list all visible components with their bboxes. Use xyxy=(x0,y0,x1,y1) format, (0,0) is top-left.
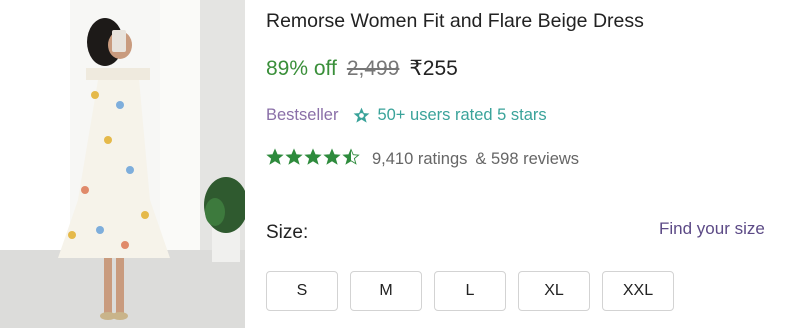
price-row: 89% off 2,499 ₹255 xyxy=(266,56,458,81)
original-price: 2,499 xyxy=(346,57,400,80)
star-badge-icon xyxy=(352,106,371,125)
ratings-count: 9,410 ratings xyxy=(372,150,468,168)
rated-text: 50+ users rated 5 stars xyxy=(377,106,547,124)
size-options: S M L XL XXL xyxy=(266,271,674,311)
size-option-xl[interactable]: XL xyxy=(518,271,590,311)
find-your-size-link[interactable]: Find your size xyxy=(659,219,765,239)
star-icon xyxy=(285,148,303,171)
size-option-xxl[interactable]: XXL xyxy=(602,271,674,311)
product-image[interactable] xyxy=(0,0,245,328)
product-info: Remorse Women Fit and Flare Beige Dress … xyxy=(266,0,800,328)
rating-row[interactable]: 9,410 ratings & 598 reviews xyxy=(266,148,579,171)
size-option-s[interactable]: S xyxy=(266,271,338,311)
discount-label: 89% off xyxy=(266,57,337,80)
bestseller-badge: Bestseller xyxy=(266,106,339,124)
star-icon xyxy=(304,148,322,171)
size-label: Size: xyxy=(266,222,309,243)
star-icon xyxy=(266,148,284,171)
star-icon xyxy=(342,148,360,171)
size-option-l[interactable]: L xyxy=(434,271,506,311)
size-option-m[interactable]: M xyxy=(350,271,422,311)
reviews-count: & 598 reviews xyxy=(475,150,580,168)
promo-row: Bestseller 50+ users rated 5 stars xyxy=(266,106,547,125)
product-photo-illustration xyxy=(0,0,245,328)
star-icon xyxy=(323,148,341,171)
sale-price: ₹255 xyxy=(409,57,458,80)
rating-stars xyxy=(266,148,360,171)
product-title: Remorse Women Fit and Flare Beige Dress xyxy=(266,10,644,32)
